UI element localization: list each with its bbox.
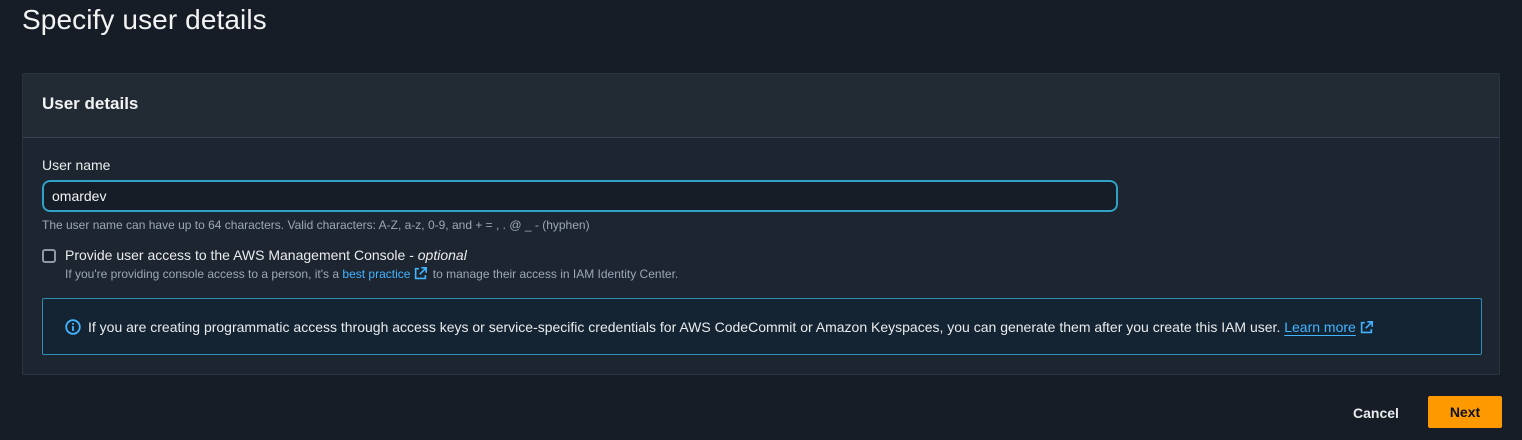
external-link-icon[interactable]: [1360, 321, 1373, 334]
user-details-panel: User details User name The user name can…: [22, 73, 1500, 375]
panel-header: [23, 74, 1499, 138]
console-access-label-text: Provide user access to the AWS Managemen…: [65, 247, 418, 263]
learn-more-link[interactable]: Learn more: [1284, 319, 1356, 335]
console-access-label[interactable]: Provide user access to the AWS Managemen…: [65, 247, 467, 263]
panel-title: User details: [42, 94, 139, 113]
console-access-description: If you're providing console access to a …: [65, 267, 678, 281]
page: Specify user details User details User n…: [0, 0, 1522, 440]
console-access-checkbox[interactable]: [42, 249, 56, 263]
learn-more-text: Learn more: [1284, 319, 1356, 335]
info-icon: [65, 319, 81, 335]
info-message: If you are creating programmatic access …: [88, 319, 1285, 335]
next-button[interactable]: Next: [1428, 396, 1502, 428]
optional-text: optional: [417, 247, 467, 263]
best-practice-link-text: best practice: [342, 267, 411, 281]
info-text: If you are creating programmatic access …: [88, 319, 1375, 335]
external-link-icon: [415, 267, 428, 280]
console-access-desc-prefix: If you're providing console access to a …: [65, 267, 343, 281]
best-practice-link[interactable]: best practice: [342, 267, 429, 281]
info-alert: If you are creating programmatic access …: [42, 298, 1482, 355]
console-access-desc-suffix: to manage their access in IAM Identity C…: [429, 267, 679, 281]
page-title: Specify user details: [22, 4, 267, 35]
cancel-button[interactable]: Cancel: [1340, 397, 1412, 429]
user-name-hint: The user name can have up to 64 characte…: [42, 218, 590, 232]
user-name-label: User name: [42, 157, 111, 173]
user-name-input[interactable]: [42, 180, 1118, 212]
